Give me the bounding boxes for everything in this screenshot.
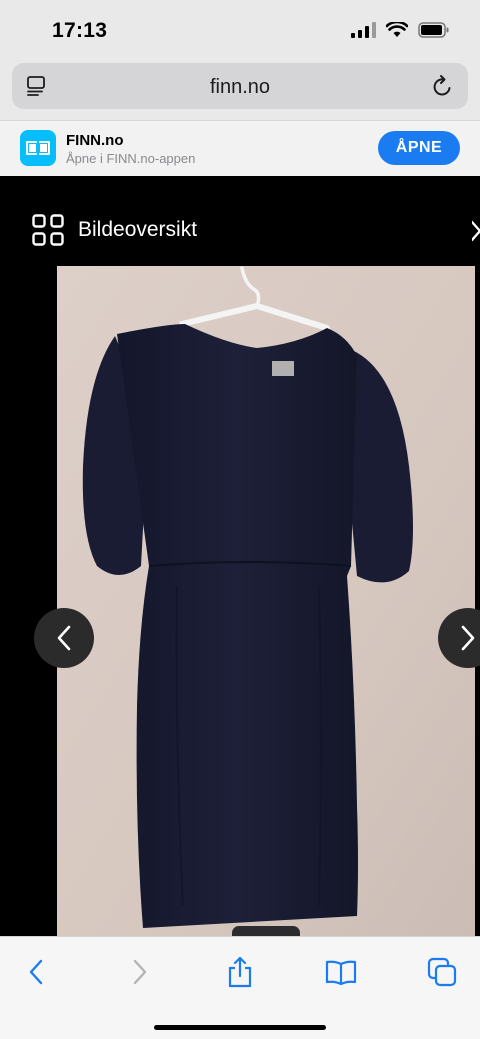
wifi-icon	[386, 22, 408, 37]
status-bar: 17:13	[0, 0, 480, 60]
cellular-signal-icon	[351, 22, 376, 38]
forward-icon	[133, 959, 147, 985]
browser-toolbar	[0, 936, 480, 1039]
gallery-title[interactable]: Bildeoversikt	[78, 218, 197, 242]
listing-photo[interactable]	[57, 266, 475, 936]
chevron-right-icon	[461, 625, 475, 651]
finn-app-icon	[20, 130, 56, 166]
close-icon[interactable]	[472, 220, 480, 242]
app-name: FINN.no	[66, 132, 124, 149]
battery-icon	[418, 22, 449, 38]
back-icon	[29, 959, 43, 985]
back-button[interactable]	[16, 955, 56, 989]
status-time: 17:13	[52, 19, 108, 42]
previous-image-button[interactable]	[34, 608, 94, 668]
url-text: finn.no	[209, 76, 271, 98]
tabs-icon	[427, 957, 457, 987]
tabs-button[interactable]	[422, 955, 462, 989]
browser-address-area: finn.no	[0, 60, 480, 120]
home-indicator[interactable]	[154, 1025, 326, 1030]
bookmarks-icon	[325, 960, 357, 985]
dress-image	[57, 266, 475, 936]
open-app-button[interactable]: ÅPNE	[378, 131, 460, 165]
share-button[interactable]	[220, 955, 260, 989]
app-subtitle: Åpne i FINN.no-appen	[66, 151, 196, 166]
share-icon	[228, 956, 252, 988]
smart-app-banner: FINN.no Åpne i FINN.no-appen ÅPNE	[0, 120, 480, 176]
status-icons	[351, 22, 450, 38]
chevron-left-icon	[57, 625, 71, 651]
forward-button[interactable]	[120, 955, 160, 989]
bookmarks-button[interactable]	[321, 955, 361, 989]
reload-icon[interactable]	[432, 74, 454, 98]
grid-icon[interactable]	[32, 214, 64, 246]
address-bar[interactable]: finn.no	[12, 63, 468, 109]
gallery-header: Bildeoversikt	[0, 176, 480, 266]
